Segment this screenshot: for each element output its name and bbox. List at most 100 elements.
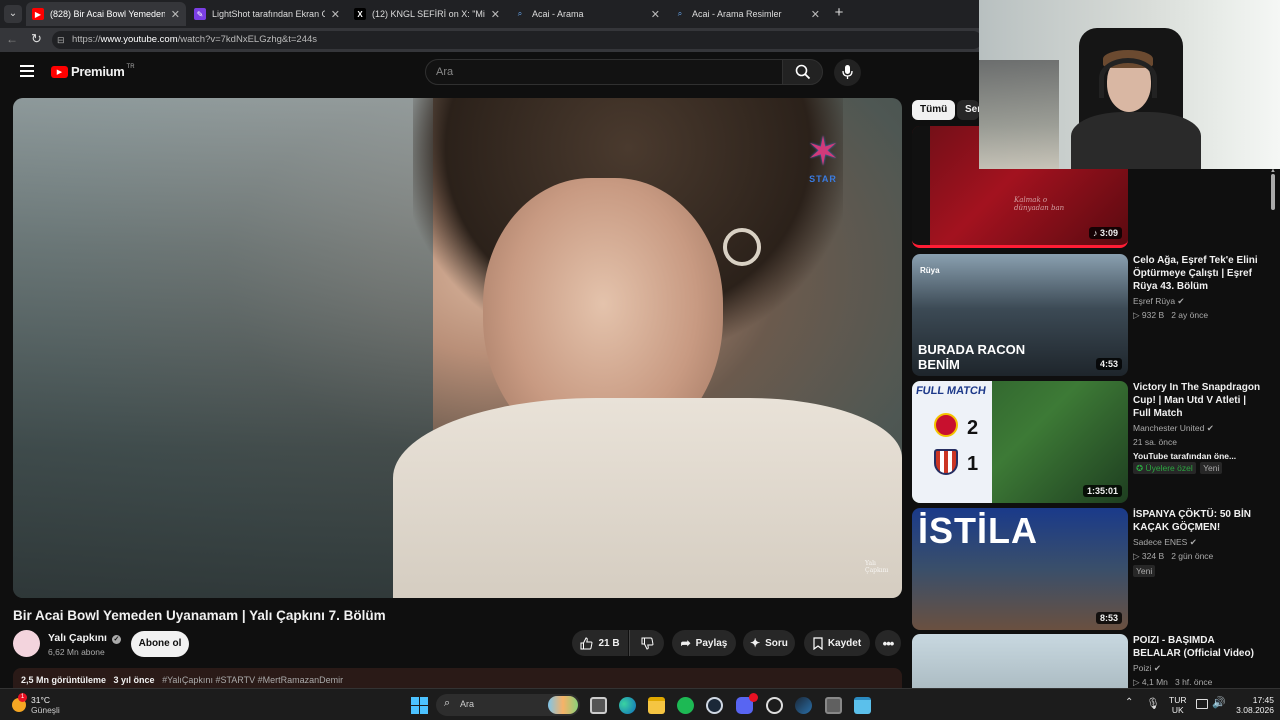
subscribe-button[interactable]: Abone ol: [131, 631, 189, 657]
back-arrow-icon[interactable]: ←: [6, 32, 18, 46]
language-secondary: UK: [1171, 705, 1184, 715]
description-box[interactable]: 2,5 Mn görüntüleme 3 yıl önce #YalıÇapkı…: [13, 668, 902, 688]
calculator-icon[interactable]: [825, 697, 842, 714]
related-video-title[interactable]: POIZI - BAŞIMDA BELALAR (Official Video): [1133, 634, 1263, 660]
close-tab-icon[interactable]: ✕: [811, 8, 820, 21]
video-player[interactable]: ✶ STAR Yalı Çapkını: [13, 98, 902, 598]
channel-text: Eşref Rüya: [1133, 296, 1176, 306]
new-tab-plus-icon[interactable]: +: [830, 4, 848, 22]
taskbar-search-box[interactable]: ⌕ Ara: [436, 694, 580, 716]
logo-region: TR: [126, 63, 135, 70]
related-video-channel[interactable]: Sadece ENES ✔: [1133, 537, 1197, 548]
channel-name[interactable]: Yalı Çapkını ✓: [48, 632, 121, 644]
edge-browser-icon[interactable]: [619, 697, 636, 714]
url-field[interactable]: ⊟ https://www.youtube.com/watch?v=7kdNxE…: [52, 31, 982, 49]
video-thumbnail[interactable]: FULL MATCH 2 1 1:35:01: [912, 381, 1128, 503]
ask-button[interactable]: ✦ Soru: [743, 630, 795, 656]
task-view-icon[interactable]: [590, 697, 607, 714]
close-tab-icon[interactable]: ✕: [651, 8, 660, 21]
tab-title: Acai - Arama Resimler: [692, 9, 782, 19]
related-video-title[interactable]: İSPANYA ÇÖKTÜ: 50 BİN KAÇAK GÖÇMEN!: [1133, 508, 1263, 534]
verified-check-icon: ✔: [1177, 296, 1185, 306]
new-badge: Yeni: [1133, 565, 1156, 577]
language-indicator[interactable]: TUR UK: [1169, 695, 1186, 715]
search-input[interactable]: Ara: [425, 59, 783, 85]
browser-tab-acai-search[interactable]: ⌕ Acai - Arama ✕: [508, 2, 666, 26]
related-video-5[interactable]: POIZI - BAŞIMDA BELALAR (Official Video)…: [912, 634, 1272, 688]
thumb-caption: BURADA RACON BENİM: [918, 342, 1026, 372]
chip-all[interactable]: Tümü: [912, 100, 956, 120]
new-badge: Yeni: [1200, 462, 1223, 474]
sparkle-icon: ✦: [750, 636, 761, 650]
file-explorer-icon[interactable]: [648, 697, 665, 714]
hashtags[interactable]: #YalıÇapkını #STARTV #MertRamazanDemir: [162, 675, 343, 685]
upload-age: 3 yıl önce: [113, 675, 155, 685]
page-scrollbar[interactable]: ▲: [1270, 168, 1276, 688]
close-tab-icon[interactable]: ✕: [491, 8, 500, 21]
video-thumbnail[interactable]: [912, 634, 1128, 688]
save-button[interactable]: Kaydet: [804, 630, 870, 656]
video-thumbnail[interactable]: İSTİLA 8:53: [912, 508, 1128, 630]
meta-text: 324 B 2 gün önce: [1141, 551, 1214, 561]
play-count-icon: ▷: [1133, 551, 1142, 561]
related-video-meta: ▷ 4,1 Mn 3 hf. önce: [1133, 677, 1212, 688]
star-tv-logo: ✶ STAR: [795, 130, 851, 194]
network-monitor-icon[interactable]: [1196, 699, 1208, 709]
related-video-channel[interactable]: Manchester United ✔: [1133, 423, 1214, 434]
browser-tab-acai-images[interactable]: ⌕ Acai - Arama Resimler ✕: [668, 2, 826, 26]
steam-icon[interactable]: [795, 697, 812, 714]
chatgpt-icon[interactable]: [766, 697, 783, 714]
atletico-crest-icon: [934, 449, 958, 475]
voice-search-button[interactable]: [834, 59, 861, 86]
hamburger-menu-icon[interactable]: [20, 65, 34, 77]
site-info-icon[interactable]: ⊟: [57, 31, 65, 49]
related-video-4[interactable]: İSTİLA 8:53 İSPANYA ÇÖKTÜ: 50 BİN KAÇAK …: [912, 508, 1272, 630]
spotify-icon[interactable]: [677, 697, 694, 714]
volume-speaker-icon[interactable]: 🔊: [1212, 696, 1226, 709]
tab-list-dropdown-button[interactable]: ⌄: [4, 5, 22, 23]
related-video-3[interactable]: FULL MATCH 2 1 1:35:01 Victory In The Sn…: [912, 381, 1272, 503]
dislike-button[interactable]: [629, 630, 664, 656]
youtube-premium-logo[interactable]: ▶ Premium TR: [51, 64, 135, 79]
play-count-icon: ▷: [1133, 310, 1142, 320]
clock[interactable]: 17:45 3.08.2026: [1232, 695, 1274, 715]
chip-series[interactable]: Ser: [957, 100, 979, 120]
search-favicon-icon: ⌕: [517, 9, 523, 18]
related-video-title[interactable]: Victory In The Snapdragon Cup! | Man Utd…: [1133, 381, 1263, 420]
browser-tab-x[interactable]: X (12) KNGL SEFİRİ on X: "Minik sike ✕: [348, 2, 506, 26]
close-tab-icon[interactable]: ✕: [171, 8, 180, 21]
start-button-windows-icon[interactable]: [411, 697, 428, 714]
discord-icon[interactable]: [736, 693, 758, 714]
save-label: Kaydet: [827, 637, 862, 649]
related-video-2[interactable]: Rüya BURADA RACON BENİM 4:53 Celo Ağa, E…: [912, 254, 1272, 376]
channel-avatar[interactable]: [13, 630, 40, 657]
weather-widget[interactable]: 1 31°C Güneşli: [12, 693, 60, 715]
share-button[interactable]: ➦ Paylaş: [672, 630, 736, 656]
search-favicon-icon: ⌕: [677, 9, 683, 18]
search-button[interactable]: [782, 59, 823, 85]
related-video-channel[interactable]: Poizi ✔: [1133, 663, 1161, 674]
related-video-meta: ▷ 932 B 2 ay önce: [1133, 310, 1208, 321]
like-button[interactable]: 21 B: [572, 630, 628, 656]
app-network-icon[interactable]: [706, 697, 723, 714]
browser-tab-lightshot[interactable]: ✎ LightShot tarafından Ekran Görünt ✕: [188, 2, 346, 26]
score-bottom: 1: [967, 453, 979, 475]
related-video-channel[interactable]: Eşref Rüya ✔: [1133, 296, 1185, 307]
browser-tab-youtube[interactable]: ▶ (828) Bir Acai Bowl Yemeden Uyan ✕: [26, 2, 186, 26]
microphone-tray-icon[interactable]: 🎙: [1146, 697, 1160, 710]
view-count: 2,5 Mn görüntüleme: [21, 675, 107, 685]
related-video-title[interactable]: Celo Ağa, Eşref Tek'e Elini Öptürmeye Ça…: [1133, 254, 1263, 293]
channel-text: Poizi: [1133, 663, 1152, 673]
notepad-icon[interactable]: [854, 697, 871, 714]
score-top: 2: [967, 417, 979, 439]
reload-icon[interactable]: ↻: [31, 31, 42, 47]
video-thumbnail[interactable]: Rüya BURADA RACON BENİM 4:53: [912, 254, 1128, 376]
scrollbar-thumb[interactable]: [1271, 174, 1275, 210]
thumb-dark-strip: [912, 126, 930, 245]
tab-title: Acai - Arama: [532, 9, 584, 19]
close-tab-icon[interactable]: ✕: [331, 8, 340, 21]
members-badge-text: Üyelere özel: [1145, 463, 1193, 473]
tray-overflow-chevron-icon[interactable]: ⌃: [1125, 697, 1133, 708]
music-note-icon: ♪: [1092, 228, 1100, 238]
more-actions-button[interactable]: •••: [875, 630, 901, 656]
